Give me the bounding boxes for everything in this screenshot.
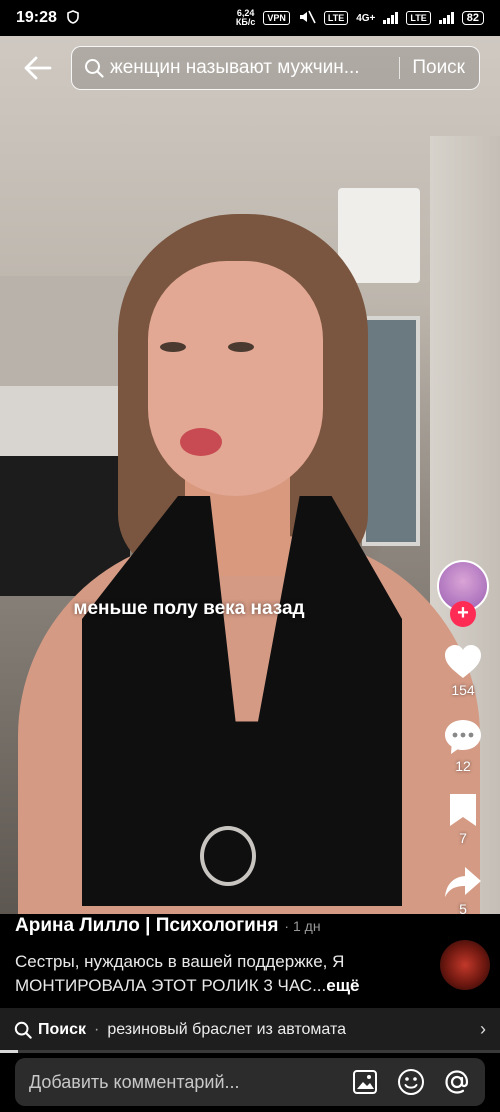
comment-input[interactable]: Добавить комментарий... xyxy=(15,1058,485,1106)
network-type: 4G+ xyxy=(356,12,376,24)
back-button[interactable] xyxy=(22,52,54,84)
more-link[interactable]: ещё xyxy=(326,976,359,995)
author-name[interactable]: Арина Лилло | Психологиня xyxy=(15,915,278,936)
mute-icon xyxy=(298,10,316,27)
share-arrow-icon xyxy=(445,867,481,897)
signal-bars-icon-2 xyxy=(438,12,454,24)
video-subject-mouth xyxy=(180,428,222,456)
mention-icon[interactable] xyxy=(443,1068,471,1096)
net-speed-unit: КБ/с xyxy=(235,17,256,27)
video-scene-window xyxy=(362,316,420,546)
author-name-row[interactable]: Арина Лилло | Психологиня · 1 дн xyxy=(15,915,321,937)
image-icon[interactable] xyxy=(351,1068,379,1096)
video-subject-face xyxy=(148,261,323,496)
related-search-label: Поиск xyxy=(38,1020,87,1038)
status-time: 19:28 xyxy=(16,9,57,26)
battery-indicator: 82 xyxy=(461,11,484,25)
lte-badge: LTE xyxy=(323,11,349,25)
comment-placeholder[interactable]: Добавить комментарий... xyxy=(29,1072,333,1093)
music-disc-icon[interactable] xyxy=(440,940,490,990)
bookmark-count: 7 xyxy=(459,830,467,846)
video-subject-eye xyxy=(160,342,186,352)
search-divider xyxy=(399,57,401,79)
vpn-badge: VPN xyxy=(263,11,290,25)
chevron-right-icon: › xyxy=(480,1019,486,1039)
comment-bubble-icon xyxy=(445,720,481,754)
shield-icon xyxy=(67,9,79,27)
comment-count: 12 xyxy=(455,758,471,774)
search-query[interactable]: женщин называют мужчин... xyxy=(104,57,387,79)
related-search-term: резиновый браслет из автомата xyxy=(107,1020,347,1038)
related-search-separator: · xyxy=(94,1020,100,1038)
heart-icon xyxy=(445,645,481,678)
video-caption: меньше полу века назад xyxy=(73,598,305,619)
net-speed: 6,24 КБ/с xyxy=(236,9,255,27)
comment-button[interactable]: 12 xyxy=(432,718,494,774)
video-subject-ring xyxy=(200,826,256,886)
status-bar: 19:28 6,24 КБ/с VPN LTE 4G+ LTE 82 xyxy=(0,0,500,36)
like-button[interactable]: 154 xyxy=(432,644,494,698)
search-bar[interactable]: женщин называют мужчин... Поиск xyxy=(71,46,480,90)
bookmark-icon xyxy=(450,794,476,826)
signal-bars-icon xyxy=(383,12,399,24)
search-button[interactable]: Поиск xyxy=(412,57,479,79)
video-player[interactable] xyxy=(0,36,500,924)
follow-button[interactable]: + xyxy=(450,601,476,627)
search-icon xyxy=(85,59,104,78)
like-count: 154 xyxy=(451,682,475,698)
arrow-left-icon xyxy=(24,56,52,80)
status-indicators: 6,24 КБ/с VPN LTE 4G+ LTE 82 xyxy=(236,9,484,27)
bookmark-button[interactable]: 7 xyxy=(432,792,494,846)
video-subject-eye xyxy=(228,342,254,352)
description-text: Сестры, нуждаюсь в вашей поддержке, Я МО… xyxy=(15,952,345,995)
emoji-icon[interactable] xyxy=(397,1068,425,1096)
search-icon xyxy=(14,1021,32,1039)
share-button[interactable]: 5 xyxy=(432,865,494,917)
post-age: · 1 дн xyxy=(284,918,321,934)
related-search-bar[interactable]: Поиск · резиновый браслет из автомата › xyxy=(0,1008,500,1051)
post-description[interactable]: Сестры, нуждаюсь в вашей поддержке, Я МО… xyxy=(15,950,420,998)
video-scene-air-conditioner xyxy=(338,188,420,283)
lte-badge-2: LTE xyxy=(406,11,431,25)
